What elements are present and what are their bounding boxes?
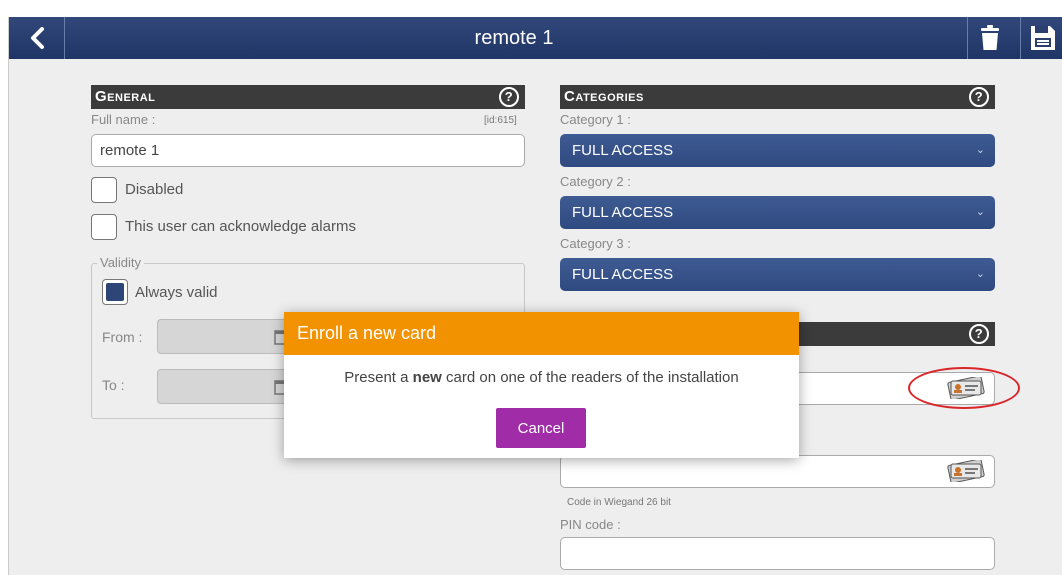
back-chevron-icon — [30, 27, 44, 49]
validity-legend: Validity — [97, 255, 144, 270]
save-button[interactable] — [1020, 17, 1062, 59]
page-title: remote 1 — [474, 27, 554, 49]
category3-select[interactable]: FULL ACCESS ⌄ — [560, 258, 995, 291]
top-bar: remote 1 — [9, 17, 1062, 59]
from-date-input[interactable] — [157, 319, 297, 354]
user-edit-page: remote 1 General ? Full name : [id:615] … — [8, 17, 1062, 575]
to-date-input[interactable] — [157, 369, 297, 404]
pin-code-label: PIN code : — [560, 517, 621, 532]
help-icon[interactable]: ? — [969, 324, 989, 344]
category1-select[interactable]: FULL ACCESS ⌄ — [560, 134, 995, 167]
id-card-icon[interactable] — [945, 460, 987, 482]
delete-button[interactable] — [967, 17, 1011, 59]
wiegand-note: Code in Wiegand 26 bit — [567, 497, 671, 508]
always-valid-label: Always valid — [135, 284, 218, 301]
pin-code-input[interactable] — [560, 537, 995, 570]
back-button[interactable] — [9, 17, 65, 59]
help-icon[interactable]: ? — [969, 87, 989, 107]
dialog-message-post: card on one of the readers of the instal… — [441, 369, 739, 386]
to-label: To : — [102, 377, 125, 393]
category2-label: Category 2 : — [560, 174, 631, 189]
enroll-card-dialog: Enroll a new card Present a new card on … — [284, 312, 799, 458]
help-icon[interactable]: ? — [499, 87, 519, 107]
wiegand-code-input[interactable] — [560, 455, 995, 488]
trash-icon — [980, 25, 999, 50]
ack-alarms-checkbox[interactable] — [91, 214, 117, 240]
from-label: From : — [102, 329, 143, 345]
ack-alarms-label: This user can acknowledge alarms — [125, 218, 356, 235]
dialog-message: Present a new card on one of the readers… — [284, 355, 799, 386]
dialog-message-bold: new — [412, 369, 442, 386]
user-id-label: [id:615] — [484, 115, 517, 126]
always-valid-checkbox[interactable] — [102, 279, 128, 305]
full-name-input[interactable] — [91, 134, 525, 167]
general-section-header: General ? — [91, 85, 525, 109]
dialog-message-pre: Present a — [344, 369, 413, 386]
full-name-label: Full name : — [91, 112, 156, 127]
card-button-highlight — [908, 367, 1020, 409]
category2-select[interactable]: FULL ACCESS ⌄ — [560, 196, 995, 229]
category1-label: Category 1 : — [560, 112, 631, 127]
general-title: General — [95, 88, 156, 105]
save-icon — [1030, 26, 1055, 50]
category3-label: Category 3 : — [560, 236, 631, 251]
chevron-down-icon: ⌄ — [975, 268, 985, 280]
cancel-button[interactable]: Cancel — [496, 408, 586, 448]
disabled-checkbox[interactable] — [91, 177, 117, 203]
dialog-title: Enroll a new card — [284, 312, 799, 355]
categories-section-header: Categories ? — [560, 85, 995, 109]
category1-value: FULL ACCESS — [572, 142, 674, 159]
category3-value: FULL ACCESS — [572, 266, 674, 283]
chevron-down-icon: ⌄ — [975, 144, 985, 156]
chevron-down-icon: ⌄ — [975, 206, 985, 218]
category2-value: FULL ACCESS — [572, 204, 674, 221]
categories-title: Categories — [564, 88, 644, 105]
disabled-label: Disabled — [125, 181, 184, 198]
